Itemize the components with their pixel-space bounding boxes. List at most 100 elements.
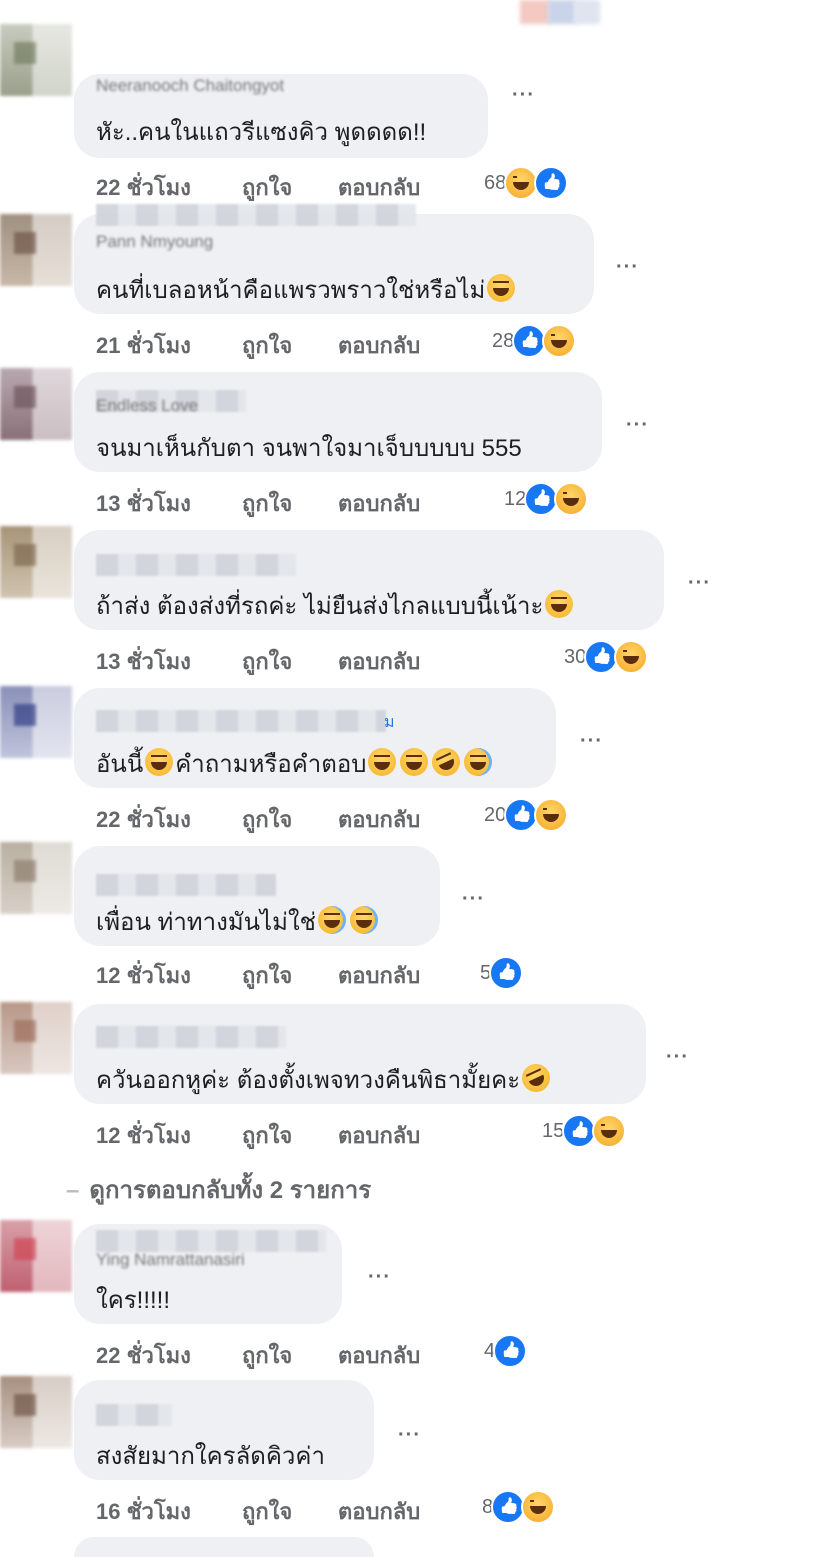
like-button[interactable]: ถูกใจ — [242, 802, 292, 837]
reaction-summary[interactable]: 20 — [484, 798, 569, 832]
reply-button[interactable]: ตอบกลับ — [338, 644, 420, 679]
reaction-summary[interactable]: 5 — [480, 956, 524, 990]
reaction-summary[interactable]: 15 — [542, 1114, 627, 1148]
comment-text: ใคร!!!!! — [96, 1287, 171, 1314]
comment-text: ถ้าส่ง ต้องส่งที่รถค่ะ ไม่ยืนส่งไกลแบบนี… — [96, 586, 575, 625]
more-options-icon[interactable]: ··· — [368, 1267, 391, 1287]
like-reaction-icon — [491, 1490, 526, 1524]
haha-reaction-icon — [554, 482, 589, 516]
avatar[interactable] — [0, 24, 72, 96]
timestamp[interactable]: 12 ชั่วโมง — [96, 1118, 191, 1153]
more-options-icon[interactable]: ··· — [688, 573, 711, 593]
laughing-emoji-icon — [487, 274, 516, 302]
haha-reaction-icon — [534, 798, 569, 832]
author-name-blurred[interactable] — [96, 1230, 326, 1252]
author-name[interactable]: Ying Namrattanasiri — [96, 1250, 245, 1270]
reaction-count: 20 — [484, 803, 507, 826]
reply-button[interactable]: ตอบกลับ — [338, 1494, 420, 1529]
more-options-icon[interactable]: ··· — [666, 1047, 689, 1067]
author-name[interactable]: Neeranooch Chaitongyot — [96, 76, 284, 96]
tears-of-joy-emoji-icon — [464, 748, 493, 776]
like-button[interactable]: ถูกใจ — [242, 328, 292, 363]
author-name-blurred[interactable] — [96, 874, 276, 896]
more-options-icon[interactable]: ··· — [512, 85, 535, 105]
tears-of-joy-emoji-icon — [349, 906, 378, 934]
view-replies-label: ดูการตอบกลับทั้ง 2 รายการ — [89, 1177, 372, 1204]
like-button[interactable]: ถูกใจ — [242, 1338, 292, 1373]
reaction-count: 28 — [492, 329, 515, 352]
reaction-count: 68 — [484, 171, 507, 194]
reaction-summary[interactable]: 68 — [484, 166, 569, 200]
avatar[interactable] — [0, 1002, 72, 1074]
author-name-blurred[interactable] — [96, 554, 296, 576]
more-options-icon[interactable]: ··· — [616, 257, 639, 277]
more-options-icon[interactable]: ··· — [462, 889, 485, 909]
timestamp[interactable]: 16 ชั่วโมง — [96, 1494, 191, 1529]
like-button[interactable]: ถูกใจ — [242, 1494, 292, 1529]
comment-bubble: Endless Love จนมาเห็นกับตา จนพาใจมาเจ็บบ… — [74, 372, 602, 472]
comment-text: คนที่เบลอหน้าคือแพรวพราวใช่หรือไม่ — [96, 270, 517, 309]
avatar[interactable] — [0, 1376, 72, 1448]
comment-bubble: Ying Namrattanasiri ใคร!!!!! — [74, 1224, 342, 1324]
blur-block — [548, 0, 576, 24]
avatar[interactable] — [0, 686, 72, 758]
avatar[interactable] — [0, 1220, 72, 1292]
comment-bubble: Pann Nmyoung คนที่เบลอหน้าคือแพรวพราวใช่… — [74, 204, 594, 314]
reaction-summary[interactable]: 30 — [564, 640, 649, 674]
comment-text: จนมาเห็นกับตา จนพาใจมาเจ็บบบบบ 555 — [96, 435, 522, 462]
more-options-icon[interactable]: ··· — [580, 731, 603, 751]
reaction-summary[interactable]: 28 — [492, 324, 577, 358]
reply-button[interactable]: ตอบกลับ — [338, 1118, 420, 1153]
like-reaction-icon — [584, 640, 619, 674]
blur-block — [574, 0, 600, 24]
view-replies-link[interactable]: – ดูการตอบกลับทั้ง 2 รายการ — [66, 1170, 371, 1209]
timestamp[interactable]: 13 ชั่วโมง — [96, 644, 191, 679]
reply-button[interactable]: ตอบกลับ — [338, 958, 420, 993]
timestamp[interactable]: 22 ชั่วโมง — [96, 170, 191, 205]
comment-text-body: ควันออกหูค่ะ ต้องตั้งเพจทวงคืนพิธามั้ยคะ — [96, 1067, 521, 1094]
timestamp[interactable]: 12 ชั่วโมง — [96, 958, 191, 993]
more-options-icon[interactable]: ··· — [398, 1425, 421, 1445]
timestamp[interactable]: 13 ชั่วโมง — [96, 486, 191, 521]
timestamp[interactable]: 21 ชั่วโมง — [96, 328, 191, 363]
author-name-blurred[interactable] — [96, 710, 386, 732]
reply-button[interactable]: ตอบกลับ — [338, 1338, 420, 1373]
author-name[interactable]: Pann Nmyoung — [96, 232, 213, 252]
reaction-count: 30 — [564, 645, 587, 668]
haha-reaction-icon — [614, 640, 649, 674]
author-name[interactable]: ม — [384, 710, 395, 735]
reply-button[interactable]: ตอบกลับ — [338, 328, 420, 363]
reply-button[interactable]: ตอบกลับ — [338, 486, 420, 521]
like-button[interactable]: ถูกใจ — [242, 486, 292, 521]
comment-bubble: เพื่อน ท่าทางมันไม่ใช่ — [74, 846, 440, 946]
avatar[interactable] — [0, 214, 72, 286]
reaction-summary[interactable]: 4 — [484, 1334, 528, 1368]
reaction-summary[interactable]: 8 — [482, 1490, 556, 1524]
comment-bubble: Neeranooch Chaitongyot หัะ..คนในแถวรีแซง… — [74, 74, 488, 158]
comment-text-part: อันนี้ — [96, 751, 144, 778]
timestamp[interactable]: 22 ชั่วโมง — [96, 1338, 191, 1373]
reaction-count: 15 — [542, 1119, 565, 1142]
reply-button[interactable]: ตอบกลับ — [338, 170, 420, 205]
comment-text: หัะ..คนในแถวรีแซงคิว พูดดดด!! — [96, 119, 427, 146]
like-button[interactable]: ถูกใจ — [242, 1118, 292, 1153]
author-name[interactable]: Endless Love — [96, 396, 198, 416]
reaction-summary[interactable]: 12 — [504, 482, 589, 516]
like-reaction-icon — [534, 166, 569, 200]
timestamp[interactable]: 22 ชั่วโมง — [96, 802, 191, 837]
like-button[interactable]: ถูกใจ — [242, 170, 292, 205]
author-name-blurred[interactable] — [96, 1404, 172, 1426]
author-name-blurred[interactable] — [96, 204, 416, 226]
author-name-blurred[interactable] — [96, 1026, 286, 1048]
like-button[interactable]: ถูกใจ — [242, 958, 292, 993]
avatar[interactable] — [0, 368, 72, 440]
avatar[interactable] — [0, 526, 72, 598]
reply-button[interactable]: ตอบกลับ — [338, 802, 420, 837]
avatar[interactable] — [0, 842, 72, 914]
comment-bubble: ม อันนี้ คำถามหรือคำตอบ — [74, 688, 556, 788]
like-button[interactable]: ถูกใจ — [242, 644, 292, 679]
top-strip — [0, 0, 820, 26]
more-options-icon[interactable]: ··· — [626, 415, 649, 435]
comment-bubble: สงสัยมากใครลัดคิวค่า — [74, 1380, 374, 1480]
rolling-laughing-emoji-icon — [427, 743, 466, 781]
